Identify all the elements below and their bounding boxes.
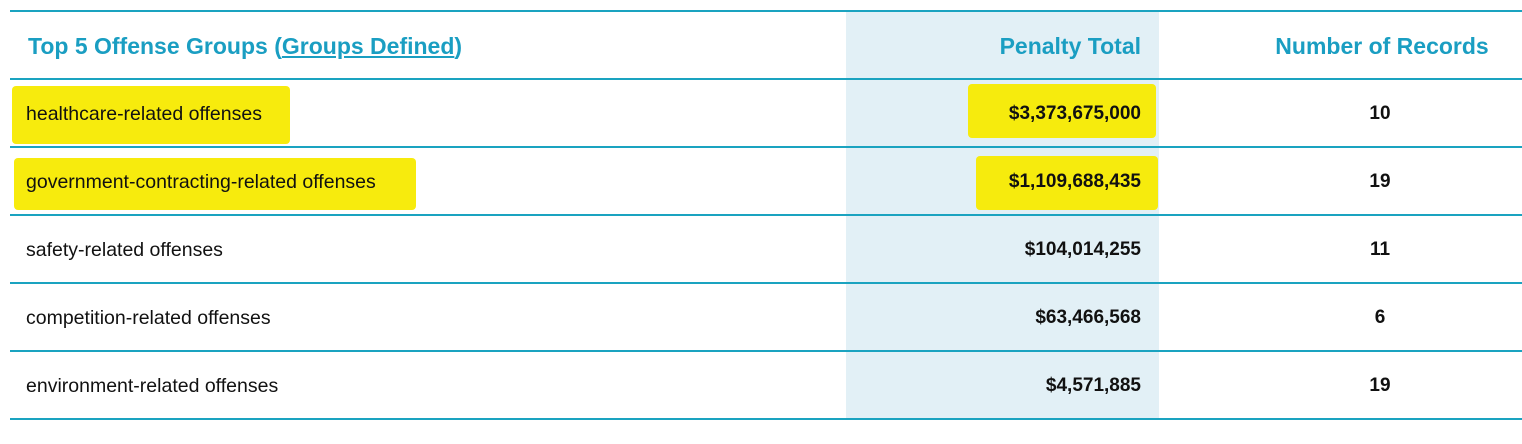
row-record-count: 19 [1369,171,1391,192]
row-penalty-total: $4,571,885 [1045,375,1141,396]
table-header-row: Top 5 Offense Groups (Groups Defined) Pe… [10,12,1522,80]
row-record-count: 10 [1369,103,1391,124]
row-record-count: 6 [1374,307,1386,328]
row-offense-name: safety-related offenses [26,238,223,261]
row-offense-name: government-contracting-related offenses [26,170,376,193]
table-row: environment-related offenses $4,571,885 … [10,352,1522,420]
row-record-count: 19 [1369,375,1391,396]
row-penalty-total: $63,466,568 [1035,307,1141,328]
row-penalty-total: $1,109,688,435 [1008,171,1141,192]
header-offense-groups-close: ) [454,32,463,59]
table-row: safety-related offenses $104,014,255 11 [10,216,1522,284]
row-offense-name: environment-related offenses [26,374,279,397]
header-offense-groups: Top 5 Offense Groups (Groups Defined) [28,12,838,80]
table-bottom-rule [10,418,1522,420]
header-number-of-records: Number of Records [1275,32,1489,59]
groups-defined-link[interactable]: Groups Defined [282,33,455,60]
row-offense-name: competition-related offenses [26,306,271,329]
header-penalty-total: Penalty Total [999,32,1141,59]
offense-groups-table: Top 5 Offense Groups (Groups Defined) Pe… [10,10,1522,422]
table-row: competition-related offenses $63,466,568… [10,284,1522,352]
table-row: government-contracting-related offenses … [10,148,1522,216]
row-offense-name: healthcare-related offenses [26,102,262,125]
row-penalty-total: $3,373,675,000 [1008,103,1141,124]
row-penalty-total: $104,014,255 [1024,239,1141,260]
header-offense-groups-label: Top 5 Offense Groups ( [28,32,282,59]
row-record-count: 11 [1369,239,1391,260]
table-row: healthcare-related offenses $3,373,675,0… [10,80,1522,148]
